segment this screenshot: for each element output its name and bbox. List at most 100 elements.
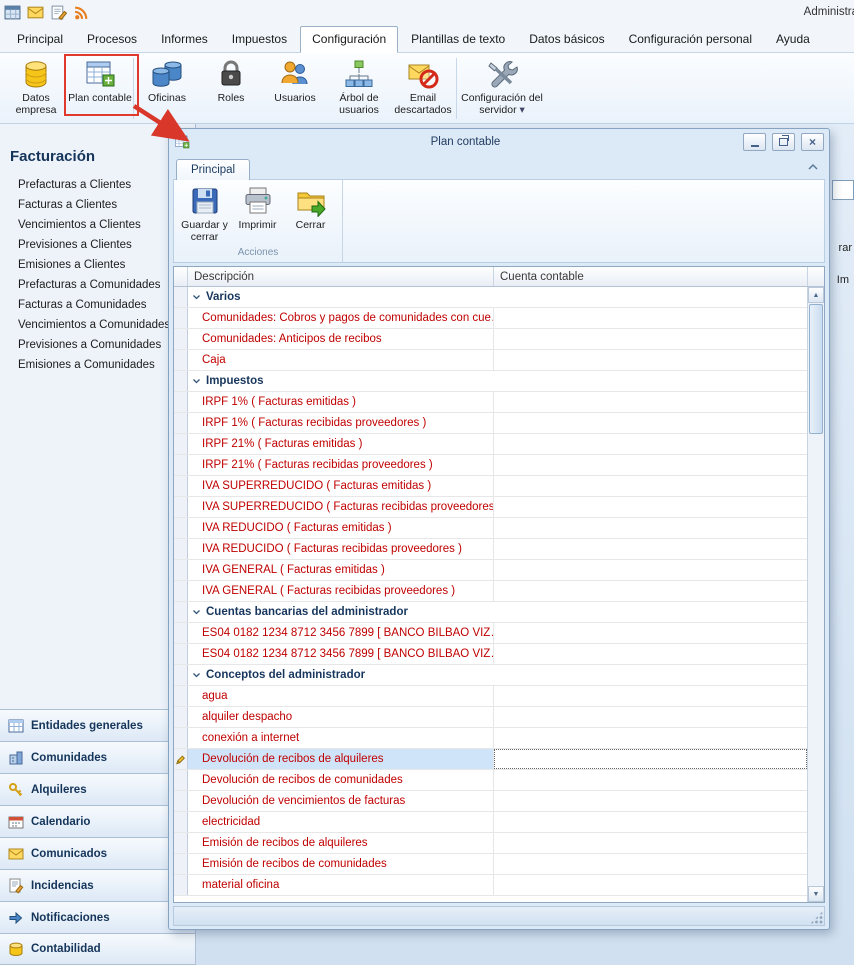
table-row[interactable]: IVA REDUCIDO ( Facturas recibidas provee… — [174, 539, 807, 560]
table-row[interactable]: Comunidades: Cobros y pagos de comunidad… — [174, 308, 807, 329]
minimize-button[interactable] — [743, 133, 766, 151]
sidebar-item-previsiones-a-comunidades[interactable]: Previsiones a Comunidades — [0, 335, 195, 355]
scroll-down-icon[interactable]: ▼ — [808, 886, 824, 902]
guardar-y-cerrar-button[interactable]: Guardar y cerrar — [179, 183, 230, 247]
sidebar-item-vencimientos-a-clientes[interactable]: Vencimientos a Clientes — [0, 215, 195, 235]
cell-cuenta-contable[interactable] — [494, 686, 807, 706]
table-row[interactable]: agua — [174, 686, 807, 707]
cell-cuenta-contable[interactable] — [494, 560, 807, 580]
cell-cuenta-contable[interactable] — [494, 875, 807, 895]
vertical-scrollbar[interactable]: ▲ ▼ — [807, 287, 824, 902]
note-edit-icon[interactable] — [50, 4, 67, 21]
table-row[interactable]: electricidad — [174, 812, 807, 833]
table-row[interactable]: IRPF 21% ( Facturas emitidas ) — [174, 434, 807, 455]
menu-tab-procesos[interactable]: Procesos — [76, 27, 148, 52]
table-row[interactable]: alquiler despacho — [174, 707, 807, 728]
menu-tab-datos-basicos[interactable]: Datos básicos — [518, 27, 615, 52]
group-row[interactable]: Impuestos — [174, 371, 807, 392]
table-row[interactable]: Emisión de recibos de alquileres — [174, 833, 807, 854]
close-button[interactable]: × — [801, 133, 824, 151]
table-row[interactable]: IVA GENERAL ( Facturas emitidas ) — [174, 560, 807, 581]
nav-item-incidencias[interactable]: Incidencias — [0, 869, 195, 901]
table-row[interactable]: conexión a internet — [174, 728, 807, 749]
background-window-button-fragment[interactable]: Im — [837, 274, 849, 286]
nav-item-alquileres[interactable]: Alquileres — [0, 773, 195, 805]
menu-tab-configuracion-personal[interactable]: Configuración personal — [618, 27, 763, 52]
group-row[interactable]: Cuentas bancarias del administrador — [174, 602, 807, 623]
table-row[interactable]: IVA SUPERREDUCIDO ( Facturas emitidas ) — [174, 476, 807, 497]
table-row[interactable]: IVA REDUCIDO ( Facturas emitidas ) — [174, 518, 807, 539]
cerrar-button[interactable]: Cerrar — [285, 183, 336, 247]
menu-tab-ayuda[interactable]: Ayuda — [765, 27, 821, 52]
cell-cuenta-contable[interactable] — [494, 497, 807, 517]
sidebar-item-vencimientos-a-comunidades[interactable]: Vencimientos a Comunidades — [0, 315, 195, 335]
resize-grip[interactable] — [810, 911, 823, 924]
table-row[interactable]: IRPF 21% ( Facturas recibidas proveedore… — [174, 455, 807, 476]
menu-tab-principal[interactable]: Principal — [6, 27, 74, 52]
sidebar-item-prefacturas-a-clientes[interactable]: Prefacturas a Clientes — [0, 175, 195, 195]
table-row[interactable]: Emisión de recibos de comunidades — [174, 854, 807, 875]
table-row[interactable]: Devolución de vencimientos de facturas — [174, 791, 807, 812]
cell-cuenta-contable[interactable] — [494, 728, 807, 748]
cell-cuenta-contable[interactable] — [494, 434, 807, 454]
ribbon-button-usuarios[interactable]: Usuarios — [263, 55, 327, 122]
menu-tab-plantillas-de-texto[interactable]: Plantillas de texto — [400, 27, 516, 52]
cell-cuenta-contable[interactable] — [494, 812, 807, 832]
table-row[interactable]: Caja — [174, 350, 807, 371]
sidebar-item-previsiones-a-clientes[interactable]: Previsiones a Clientes — [0, 235, 195, 255]
column-header-descripcion[interactable]: Descripción — [188, 267, 494, 286]
cell-cuenta-contable[interactable] — [494, 749, 807, 769]
cell-cuenta-contable[interactable] — [494, 644, 807, 664]
menu-tab-configuracion[interactable]: Configuración — [300, 26, 398, 53]
window-grid-icon[interactable] — [4, 4, 21, 21]
cell-cuenta-contable[interactable] — [494, 539, 807, 559]
nav-item-comunicados[interactable]: Comunicados — [0, 837, 195, 869]
background-window-button-fragment[interactable]: rar — [839, 242, 852, 254]
table-row[interactable]: IRPF 1% ( Facturas recibidas proveedores… — [174, 413, 807, 434]
cell-cuenta-contable[interactable] — [494, 308, 807, 328]
sidebar-item-facturas-a-comunidades[interactable]: Facturas a Comunidades — [0, 295, 195, 315]
ribbon-button-arbol-de-usuarios[interactable]: Árbol de usuarios — [327, 55, 391, 122]
menu-tab-impuestos[interactable]: Impuestos — [221, 27, 298, 52]
tab-principal[interactable]: Principal — [176, 159, 250, 180]
menu-tab-informes[interactable]: Informes — [150, 27, 219, 52]
mail-icon[interactable] — [27, 4, 44, 21]
sidebar-item-prefacturas-a-comunidades[interactable]: Prefacturas a Comunidades — [0, 275, 195, 295]
ribbon-button-datos-empresa[interactable]: Datos empresa — [4, 55, 68, 122]
nav-item-notificaciones[interactable]: Notificaciones — [0, 901, 195, 933]
nav-item-entidades-generales[interactable]: Entidades generales — [0, 709, 195, 741]
cell-cuenta-contable[interactable] — [494, 833, 807, 853]
feed-icon[interactable] — [73, 4, 90, 21]
nav-item-contabilidad[interactable]: Contabilidad — [0, 933, 195, 965]
cell-cuenta-contable[interactable] — [494, 413, 807, 433]
cell-cuenta-contable[interactable] — [494, 455, 807, 475]
cell-cuenta-contable[interactable] — [494, 854, 807, 874]
group-row[interactable]: Conceptos del administrador — [174, 665, 807, 686]
ribbon-button-oficinas[interactable]: Oficinas — [135, 55, 199, 122]
cell-cuenta-contable[interactable] — [494, 707, 807, 727]
scrollbar-thumb[interactable] — [809, 304, 823, 434]
group-row[interactable]: Varios — [174, 287, 807, 308]
cell-cuenta-contable[interactable] — [494, 581, 807, 601]
ribbon-button-roles[interactable]: Roles — [199, 55, 263, 122]
cell-cuenta-contable[interactable] — [494, 329, 807, 349]
cell-cuenta-contable[interactable] — [494, 791, 807, 811]
cell-cuenta-contable[interactable] — [494, 476, 807, 496]
table-row[interactable]: IRPF 1% ( Facturas emitidas ) — [174, 392, 807, 413]
collapse-ribbon-icon[interactable] — [805, 160, 821, 174]
ribbon-button-configuracion-del-servidor[interactable]: Configuración del servidor ▾ — [458, 55, 546, 122]
cell-cuenta-contable[interactable] — [494, 392, 807, 412]
sidebar-item-emisiones-a-clientes[interactable]: Emisiones a Clientes — [0, 255, 195, 275]
scroll-up-icon[interactable]: ▲ — [808, 287, 824, 303]
cell-cuenta-contable[interactable] — [494, 623, 807, 643]
restore-button[interactable] — [772, 133, 795, 151]
table-row[interactable]: IVA SUPERREDUCIDO ( Facturas recibidas p… — [174, 497, 807, 518]
table-row[interactable]: IVA GENERAL ( Facturas recibidas proveed… — [174, 581, 807, 602]
column-header-cuenta-contable[interactable]: Cuenta contable — [494, 267, 808, 286]
cell-cuenta-contable[interactable] — [494, 350, 807, 370]
table-row[interactable]: Devolución de recibos de alquileres — [174, 749, 807, 770]
background-window-field[interactable] — [832, 180, 854, 200]
table-row[interactable]: material oficina — [174, 875, 807, 896]
cell-cuenta-contable[interactable] — [494, 518, 807, 538]
table-row[interactable]: ES04 0182 1234 8712 3456 7899 [ BANCO BI… — [174, 623, 807, 644]
